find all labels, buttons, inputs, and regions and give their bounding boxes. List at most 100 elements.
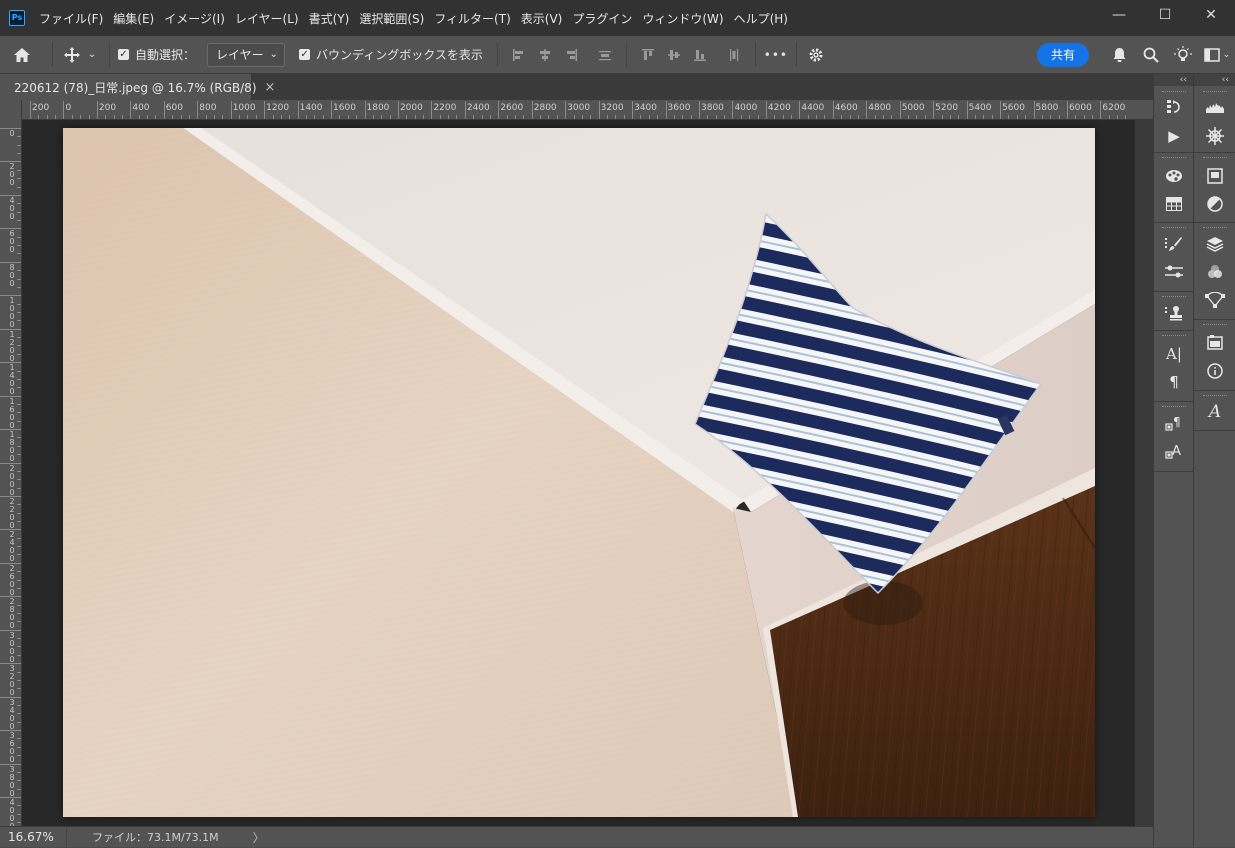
ruler-major-tick <box>364 101 366 119</box>
ruler-minor-tick <box>17 688 21 690</box>
menu-item[interactable]: レイヤー(L) <box>230 10 304 27</box>
history-icon[interactable] <box>1154 95 1194 119</box>
ruler-minor-tick <box>180 115 182 119</box>
align-vertical-centers-icon[interactable] <box>667 48 681 62</box>
align-right-edges-icon[interactable] <box>564 48 578 62</box>
ruler-minor-tick <box>17 780 21 782</box>
menu-item[interactable]: 編集(E) <box>108 10 159 27</box>
tool-preset-chevron-down-icon[interactable]: ⌄ <box>83 49 101 60</box>
vertical-ruler[interactable]: 0 200 400 600 800 100012001400160018002000220… <box>0 120 22 826</box>
menu-item[interactable]: ウィンドウ(W) <box>637 10 728 27</box>
align-horizontal-centers-icon[interactable] <box>538 48 552 62</box>
menu-item[interactable]: ファイル(F) <box>34 10 108 27</box>
menu-item[interactable]: 表示(V) <box>516 10 568 27</box>
brush-settings-icon[interactable] <box>1154 232 1194 256</box>
channels-icon[interactable] <box>1194 260 1235 284</box>
ruler-minor-tick <box>356 115 358 119</box>
lightbulb-icon[interactable] <box>1167 45 1199 64</box>
ruler-major-tick <box>665 101 667 119</box>
ruler-label: 1200 <box>266 103 290 113</box>
menu-item[interactable]: フィルター(T) <box>429 10 515 27</box>
swatches-grid-icon[interactable] <box>1154 192 1194 216</box>
ruler-label: 3600 <box>667 103 691 113</box>
paths-icon[interactable] <box>1194 288 1235 312</box>
menu-item[interactable]: ヘルプ(H) <box>729 10 793 27</box>
character-type-icon[interactable]: A| <box>1154 342 1194 366</box>
align-left-edges-icon[interactable] <box>512 48 526 62</box>
share-button[interactable]: 共有 <box>1037 42 1089 67</box>
info-icon[interactable] <box>1194 359 1235 383</box>
properties-icon[interactable] <box>1194 330 1235 354</box>
paragraph-icon[interactable]: ¶ <box>1154 370 1194 394</box>
ruler-minor-tick <box>17 679 21 681</box>
maximize-button[interactable]: ☐ <box>1142 0 1188 30</box>
collapse-panels-icon[interactable]: ‹‹ <box>1154 74 1193 86</box>
vertical-scrollbar[interactable] <box>1135 120 1153 826</box>
photoshop-logo-icon[interactable]: Ps <box>9 10 25 26</box>
ruler-minor-tick <box>17 270 21 272</box>
document-tab[interactable]: 220612 (78)_日常.jpeg @ 16.7% (RGB/8) × <box>0 74 275 100</box>
libraries-icon[interactable] <box>1194 164 1235 188</box>
character-styles-icon[interactable]: A <box>1154 440 1194 464</box>
actions-play-icon[interactable]: ▶ <box>1154 124 1194 148</box>
ruler-minor-tick <box>958 115 960 119</box>
distribute-horizontal-icon[interactable] <box>727 48 741 62</box>
align-top-edges-icon[interactable] <box>641 48 655 62</box>
gear-icon[interactable] <box>805 47 827 63</box>
ruler-label: 3600 <box>9 731 15 765</box>
bell-icon[interactable] <box>1103 47 1135 63</box>
paragraph-styles-icon[interactable]: ¶ <box>1154 412 1194 436</box>
distribute-vertical-icon[interactable] <box>598 48 612 62</box>
move-tool-icon[interactable] <box>61 46 83 63</box>
clone-source-stamp-icon[interactable] <box>1154 301 1194 325</box>
ruler-label: 4000 <box>734 103 758 113</box>
ruler-label: 4000 <box>9 798 15 827</box>
ruler-major-tick <box>832 101 834 119</box>
collapse-panels-icon[interactable]: ‹‹ <box>1194 74 1235 86</box>
color-palette-icon[interactable] <box>1154 164 1194 188</box>
show-bounding-box-checkbox[interactable]: ✓ <box>299 49 311 60</box>
ruler-minor-tick <box>673 115 675 119</box>
menu-item[interactable]: イメージ(I) <box>159 10 230 27</box>
main-menu: ファイル(F) 編集(E) イメージ(I) レイヤー(L) 書式(Y) 選択範囲(S) フィ… <box>34 0 793 36</box>
ruler-minor-tick <box>17 822 21 824</box>
glyphs-icon[interactable]: A <box>1194 400 1235 424</box>
adjustments-sliders-icon[interactable] <box>1154 260 1194 284</box>
ruler-minor-tick <box>17 153 21 155</box>
minimize-button[interactable]: — <box>1096 0 1142 30</box>
auto-select-checkbox[interactable]: ✓ <box>118 49 129 60</box>
ruler-minor-tick <box>857 115 859 119</box>
ruler-minor-tick <box>17 378 21 380</box>
workspace-switcher-icon[interactable]: ⌄ <box>1199 47 1235 62</box>
divider <box>109 42 110 67</box>
status-menu-arrow-icon[interactable]: 〉 <box>253 829 265 846</box>
align-bottom-edges-icon[interactable] <box>693 48 707 62</box>
ruler-minor-tick <box>941 115 943 119</box>
more-options-icon[interactable]: ••• <box>764 48 788 62</box>
ruler-label: 5800 <box>1035 103 1059 113</box>
home-icon[interactable] <box>0 47 44 63</box>
close-tab-icon[interactable]: × <box>265 80 276 95</box>
ruler-minor-tick <box>17 805 21 807</box>
navigator-helm-icon[interactable] <box>1194 124 1235 148</box>
zoom-level[interactable]: 16.67% <box>0 826 67 848</box>
layers-icon[interactable] <box>1194 232 1235 256</box>
menu-item[interactable]: 選択範囲(S) <box>354 10 429 27</box>
histogram-icon[interactable] <box>1194 95 1235 119</box>
ruler-minor-tick <box>17 771 21 773</box>
ruler-minor-tick <box>707 115 709 119</box>
ruler-minor-tick <box>882 115 884 119</box>
search-icon[interactable] <box>1135 47 1167 63</box>
menu-item[interactable]: プラグイン <box>567 10 637 27</box>
ruler-major-tick <box>1066 101 1068 119</box>
auto-select-target-select[interactable]: レイヤー ⌄ <box>207 42 286 67</box>
ruler-label: 3400 <box>9 697 15 731</box>
ruler-minor-tick <box>80 115 82 119</box>
menu-item[interactable]: 書式(Y) <box>304 10 355 27</box>
close-window-button[interactable]: ✕ <box>1188 0 1234 30</box>
adjustments-icon[interactable] <box>1194 192 1235 216</box>
ruler-label: 2000 <box>9 463 15 497</box>
ruler-origin[interactable] <box>0 100 22 120</box>
document-image[interactable] <box>63 128 1095 817</box>
horizontal-ruler[interactable]: 200 0 200 400 600 800 1000 1200 1400 1600 1800 2000… <box>22 100 1153 120</box>
